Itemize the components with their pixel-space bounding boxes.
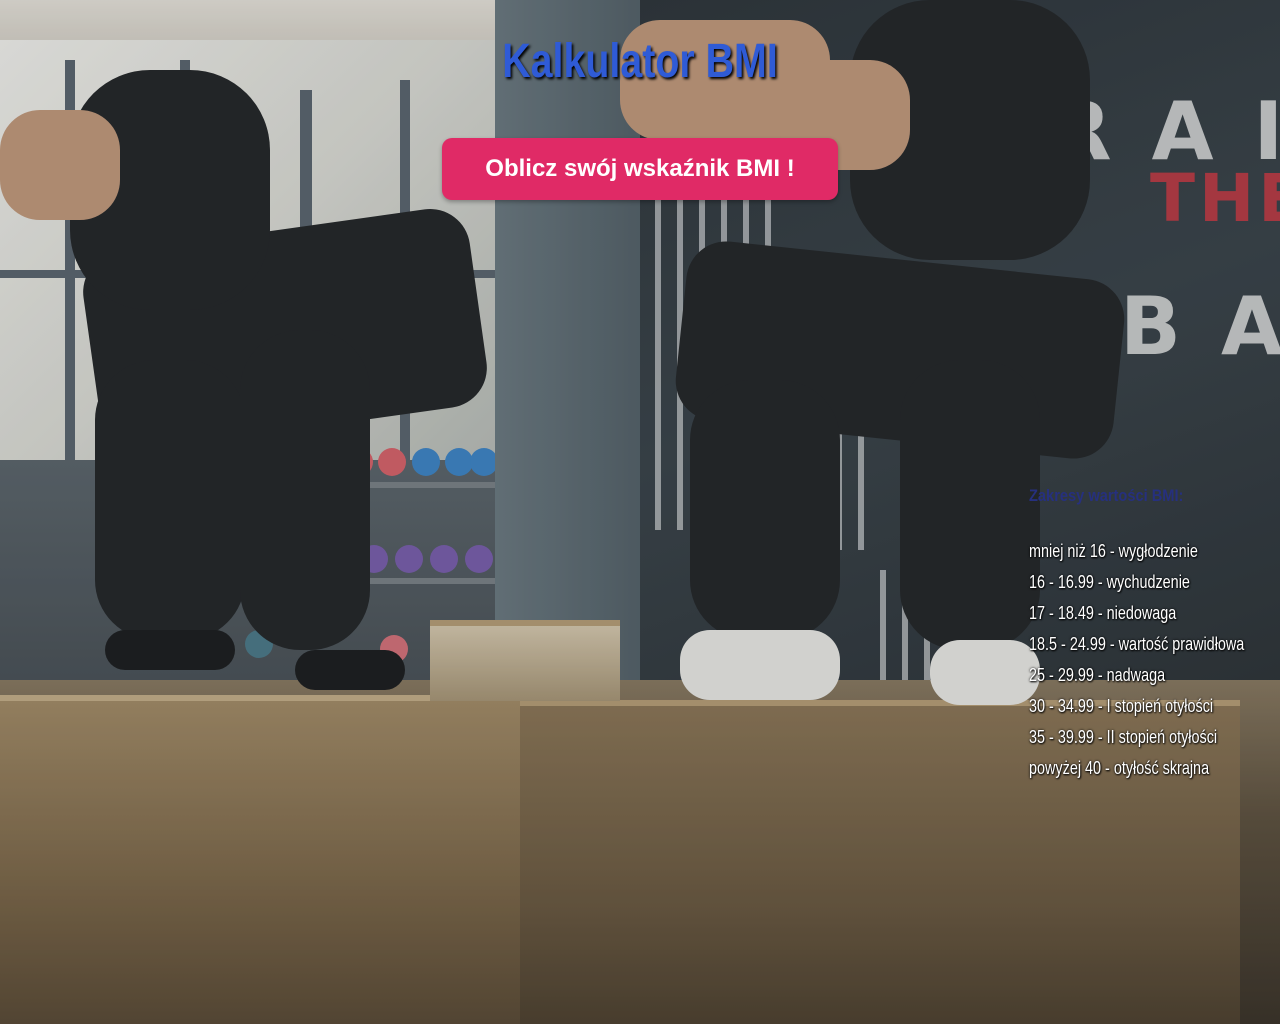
list-item: powyżej 40 - otyłość skrajna xyxy=(1029,758,1210,778)
list-item: 35 - 39.99 - II stopień otyłości xyxy=(1029,727,1218,747)
bmi-ranges-list: mniej niż 16 - wygłodzenie 16 - 16.99 - … xyxy=(1029,536,1279,784)
page-title: Kalkulator BMI xyxy=(502,35,778,88)
list-item: mniej niż 16 - wygłodzenie xyxy=(1029,541,1198,561)
list-item: 17 - 18.49 - niedowaga xyxy=(1029,603,1177,623)
list-item: 16 - 16.99 - wychudzenie xyxy=(1029,572,1190,592)
bmi-ranges-heading: Zakresy wartości BMI: xyxy=(1029,486,1184,505)
calculate-bmi-button[interactable]: Oblicz swój wskaźnik BMI ! xyxy=(442,138,838,200)
list-item: 30 - 34.99 - I stopień otyłości xyxy=(1029,696,1214,716)
list-item: 25 - 29.99 - nadwaga xyxy=(1029,665,1166,685)
list-item: 18.5 - 24.99 - wartość prawidłowa xyxy=(1029,634,1245,654)
bmi-ranges-panel: Zakresy wartości BMI: mniej niż 16 - wyg… xyxy=(1029,486,1279,784)
